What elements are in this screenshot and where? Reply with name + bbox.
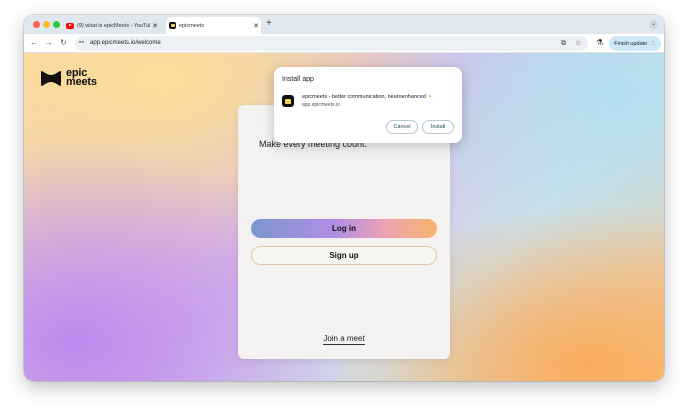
logo-wordmark: epic meets	[66, 68, 97, 88]
close-window-button[interactable]	[33, 21, 40, 28]
install-button[interactable]: Install	[422, 120, 454, 134]
reload-button[interactable]: ↻	[60, 37, 67, 49]
tab-title: epicmeets	[179, 22, 205, 29]
signup-button[interactable]: Sign up	[251, 246, 437, 265]
cancel-button[interactable]: Cancel	[386, 120, 418, 134]
finish-update-button[interactable]: Finish update ⋮	[609, 36, 661, 51]
close-icon[interactable]: ✕	[150, 22, 160, 30]
app-name: epicmeets - better communication, neuroe…	[302, 94, 432, 100]
browser-window: (9) what is epicMeets - YouTube ✕ epicme…	[24, 15, 664, 381]
extension-icon[interactable]: ⚗	[596, 37, 603, 49]
close-icon[interactable]: ✕	[251, 22, 261, 30]
join-meet-link[interactable]: Join a meet	[323, 334, 365, 345]
new-tab-button[interactable]: +	[266, 17, 272, 31]
address-bar[interactable]: ⚯ app.epicmeets.io/welcome ⧉ ☆	[75, 36, 588, 51]
site-info-icon[interactable]: ⚯	[79, 39, 84, 46]
maximize-window-button[interactable]	[53, 21, 60, 28]
forward-button[interactable]: →	[45, 37, 53, 49]
tab-youtube[interactable]: (9) what is epicMeets - YouTube ✕	[66, 17, 160, 34]
back-button[interactable]: ←	[30, 37, 38, 49]
epicmeets-logo[interactable]: epic meets	[40, 68, 97, 88]
tab-title: (9) what is epicMeets - YouTube	[77, 22, 150, 29]
welcome-card: Make every meeting count. Log in Sign up…	[238, 105, 450, 359]
app-url: app.epicmeets.io	[302, 102, 340, 108]
logo-mark-icon	[41, 70, 61, 86]
install-app-icon[interactable]: ⧉	[561, 39, 566, 48]
install-app-dialog: Install app epicmeets - better communica…	[274, 67, 462, 143]
tab-search-button[interactable]: ⌄	[649, 20, 658, 29]
menu-dots-icon: ⋮	[650, 40, 656, 47]
epicmeets-favicon-icon	[169, 22, 176, 29]
app-name-text: epicmeets - better communication, neuroe…	[302, 94, 426, 100]
youtube-icon	[66, 22, 74, 29]
join-meet-link-wrapper: Join a meet	[238, 334, 450, 345]
bookmark-star-icon[interactable]: ☆	[575, 39, 581, 48]
url-text[interactable]: app.epicmeets.io/welcome	[90, 40, 161, 46]
logo-text-line2: meets	[66, 76, 97, 88]
tab-epicmeets[interactable]: epicmeets ✕	[166, 17, 261, 34]
dialog-title: Install app	[282, 76, 314, 83]
sparkle-icon: ✦	[427, 94, 432, 100]
app-icon	[282, 95, 294, 107]
toolbar: ← → ↻ ⚯ app.epicmeets.io/welcome ⧉ ☆ ⚗ F…	[24, 34, 664, 53]
finish-update-label: Finish update	[614, 40, 648, 47]
login-button[interactable]: Log in	[251, 219, 437, 238]
tab-strip: (9) what is epicMeets - YouTube ✕ epicme…	[24, 15, 664, 34]
minimize-window-button[interactable]	[43, 21, 50, 28]
